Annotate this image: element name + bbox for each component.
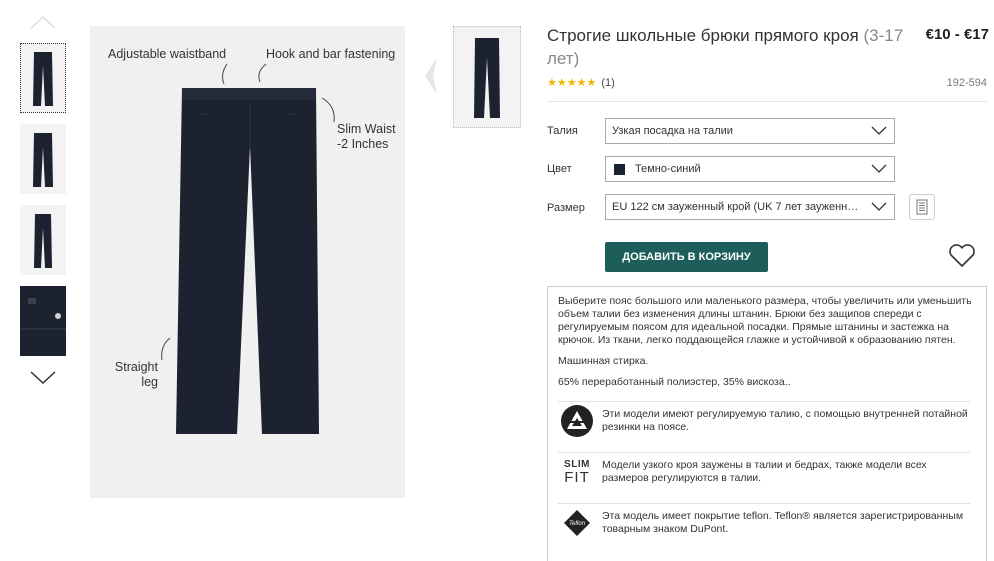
trousers-thumbnail-icon xyxy=(33,52,53,106)
waistband-detail-icon xyxy=(20,286,66,356)
teflon-icon-text: Teflon xyxy=(569,521,586,527)
care-text: Машинная стирка. xyxy=(558,355,649,367)
callout-waistband: Adjustable waistband xyxy=(108,47,227,61)
product-sku: 192-594 xyxy=(946,77,987,89)
rating[interactable]: ★★★★★ (1) xyxy=(547,76,615,90)
size-label: Размер xyxy=(547,202,585,214)
trousers-thumbnail-icon xyxy=(474,38,500,118)
trousers-thumbnail-icon xyxy=(33,133,53,187)
alternate-product-image[interactable] xyxy=(453,26,521,128)
rating-stars: ★★★★★ xyxy=(547,77,597,89)
chevron-down-icon xyxy=(871,202,887,211)
waist-select-value: Узкая посадка на талии xyxy=(612,125,733,137)
trousers-thumbnail-icon xyxy=(34,214,52,268)
color-select[interactable]: Темно-синий xyxy=(605,156,895,182)
description-text: Выберите пояс большого или маленького ра… xyxy=(558,295,972,346)
product-price: €10 - €17 xyxy=(925,26,989,43)
color-select-value: Темно-синий xyxy=(635,163,701,175)
previous-image-button[interactable] xyxy=(421,56,439,96)
product-title: Строгие школьные брюки прямого кроя (3-1… xyxy=(547,24,907,70)
size-select-value: EU 122 см зауженный крой (UK 7 лет зауже… xyxy=(612,201,864,213)
chevron-down-icon xyxy=(871,126,887,135)
size-select[interactable]: EU 122 см зауженный крой (UK 7 лет зауже… xyxy=(605,194,895,220)
divider xyxy=(547,101,987,102)
thumbnails-up-button[interactable] xyxy=(26,12,60,32)
heart-icon xyxy=(949,244,975,267)
product-description: Выберите пояс большого или маленького ра… xyxy=(547,286,987,561)
callout-straight-leg: Straight leg xyxy=(114,360,158,389)
feature-adjustable-waist: Эти модели имеют регулируемую талию, с п… xyxy=(558,401,970,440)
product-title-text: Строгие школьные брюки прямого кроя xyxy=(547,26,859,45)
slim-fit-icon: SLIM FIT xyxy=(558,453,596,491)
add-to-bag-button[interactable]: ДОБАВИТЬ В КОРЗИНУ xyxy=(605,242,768,272)
teflon-icon: Teflon xyxy=(558,504,596,542)
color-swatch xyxy=(614,163,625,175)
ruler-icon xyxy=(916,199,928,215)
callout-hook-fastening: Hook and bar fastening xyxy=(266,47,396,61)
chevron-up-icon xyxy=(30,15,56,29)
waist-label: Талия xyxy=(547,125,578,137)
chevron-left-icon xyxy=(425,58,437,94)
thumbnails-down-button[interactable] xyxy=(26,368,60,388)
feature-text: Эти модели имеют регулируемую талию, с п… xyxy=(602,408,968,433)
thumbnail-2[interactable] xyxy=(20,124,66,194)
feature-text: Эта модель имеет покрытие teflon. Teflon… xyxy=(602,510,964,535)
composition-text: 65% переработанный полиэстер, 35% вискоз… xyxy=(558,376,791,388)
review-count[interactable]: (1) xyxy=(601,77,614,89)
feature-text: Модели узкого кроя заужены в талии и бед… xyxy=(602,459,927,484)
feature-slim-fit: SLIM FIT Модели узкого кроя заужены в та… xyxy=(558,452,970,491)
main-product-image[interactable]: Adjustable waistband Hook and bar fasten… xyxy=(90,26,405,498)
thumbnail-3[interactable] xyxy=(20,205,66,275)
favourite-button[interactable] xyxy=(948,244,976,268)
callout-slim-waist: Slim Waist -2 Inches xyxy=(337,122,396,151)
trousers-illustration xyxy=(161,63,335,434)
adjustable-waist-icon xyxy=(558,402,596,440)
chevron-down-icon xyxy=(30,371,56,385)
color-label: Цвет xyxy=(547,163,572,175)
thumbnail-4[interactable] xyxy=(20,286,66,356)
thumbnail-1[interactable] xyxy=(20,43,66,113)
slim-fit-icon-text-2: FIT xyxy=(564,469,590,486)
feature-teflon: Teflon Эта модель имеет покрытие teflon.… xyxy=(558,503,970,542)
size-guide-button[interactable] xyxy=(909,194,935,220)
waist-select[interactable]: Узкая посадка на талии xyxy=(605,118,895,144)
chevron-down-icon xyxy=(871,164,887,173)
